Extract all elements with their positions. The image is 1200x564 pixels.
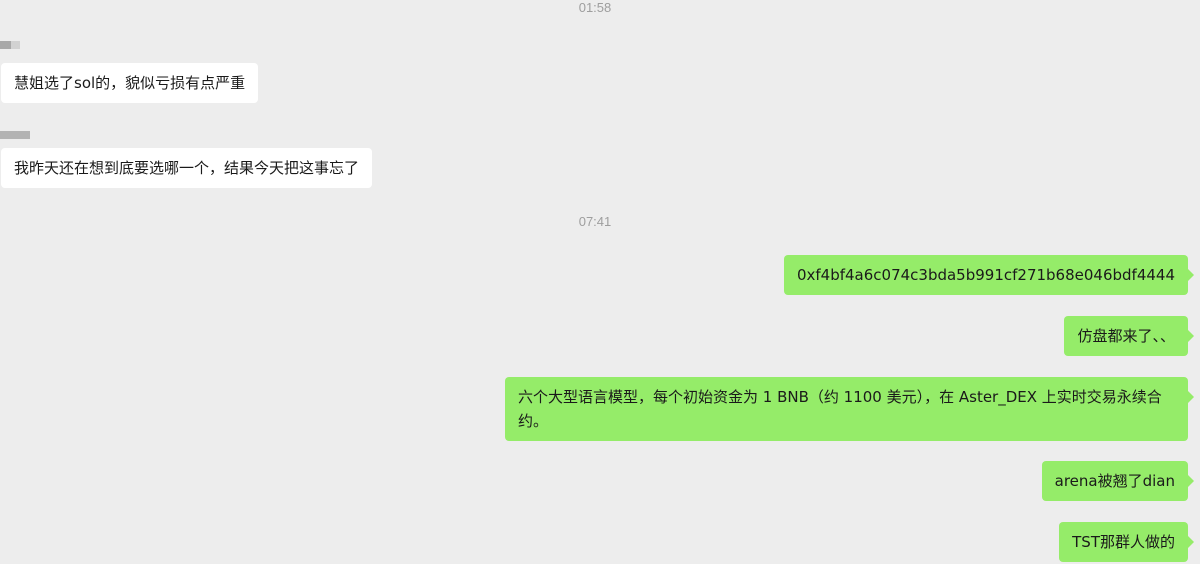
outgoing-message-bubble[interactable]: TST那群人做的	[1059, 522, 1194, 562]
outgoing-message-bubble[interactable]: 0xf4bf4a6c074c3bda5b991cf271b68e046bdf44…	[783, 255, 1195, 295]
outgoing-message-bubble[interactable]: arena被翘了dian	[1041, 461, 1195, 501]
timestamp-0158: 01:58	[578, 0, 612, 15]
incoming-message-bubble[interactable]: 我昨天还在想到底要选哪一个，结果今天把这事忘了	[1, 148, 373, 188]
timestamp-0741: 07:41	[578, 214, 612, 229]
incoming-message-bubble[interactable]: 慧姐选了sol的，貌似亏损有点严重	[1, 63, 259, 103]
sender-name-blurred	[0, 41, 20, 49]
outgoing-message-bubble[interactable]: 仿盘都来了、、	[1064, 316, 1194, 356]
sender-name-blurred	[0, 131, 30, 139]
outgoing-message-bubble[interactable]: 六个大型语言模型，每个初始资金为 1 BNB（约 1100 美元），在 Aste…	[505, 377, 1194, 441]
